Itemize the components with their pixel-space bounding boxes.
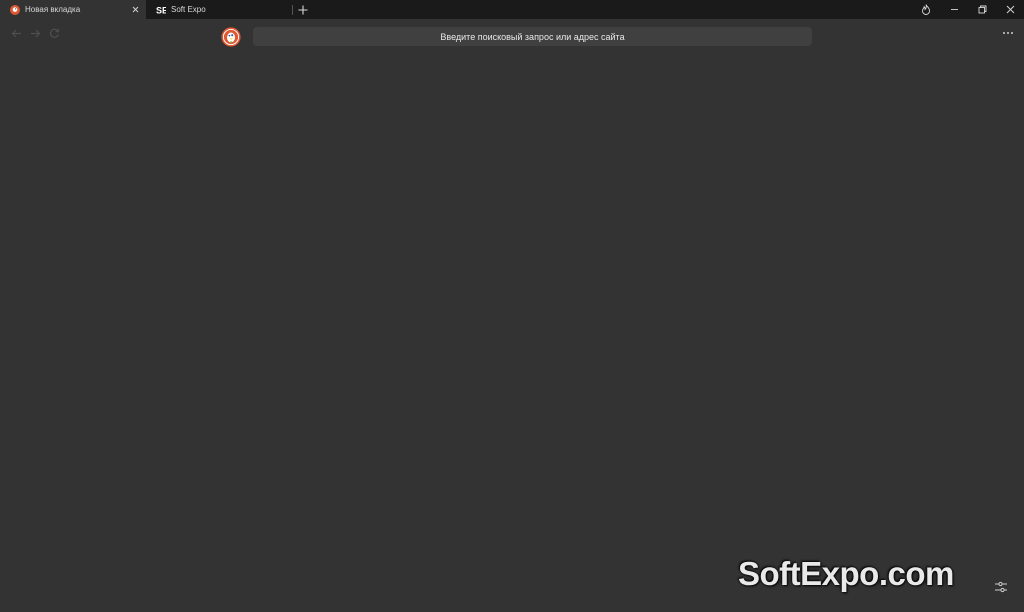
softexpo-icon: SE [156,5,166,15]
svg-text:SE: SE [156,5,166,15]
tab-title: Soft Expo [171,5,206,14]
settings-icon[interactable] [994,580,1008,594]
new-tab-button[interactable] [294,0,312,19]
duckduckgo-icon [10,4,20,15]
more-icon [1003,32,1013,34]
close-tab-icon[interactable] [130,5,140,15]
tab-soft-expo[interactable]: SE Soft Expo [146,0,292,19]
minimize-button[interactable] [940,0,968,19]
tab-separator [292,4,293,15]
navigation-buttons [10,27,61,40]
close-window-button[interactable] [996,0,1024,19]
fire-icon [922,4,930,15]
menu-button[interactable] [999,27,1017,39]
search-input[interactable]: Введите поисковый запрос или адрес сайта [253,27,812,46]
forward-icon [31,29,41,38]
restore-button[interactable] [968,0,996,19]
reload-icon [50,28,59,38]
plus-icon [298,5,308,14]
search-placeholder: Введите поисковый запрос или адрес сайта [440,31,625,42]
fire-button[interactable] [912,0,940,19]
close-icon [1006,5,1014,14]
tab-title: Новая вкладка [25,5,81,14]
back-button[interactable] [10,27,23,40]
tab-new-tab[interactable]: Новая вкладка [0,0,146,19]
browser-window: Новая вкладка SE Soft Expo Введите поиск… [0,0,1024,612]
back-icon [11,29,21,38]
forward-button[interactable] [29,27,42,40]
reload-button[interactable] [48,27,61,40]
watermark: SoftExpo.com [738,555,954,592]
restore-icon [978,5,986,14]
minimize-icon [950,9,958,10]
tab-strip: Новая вкладка SE Soft Expo [0,0,1024,19]
duckduckgo-logo-icon[interactable] [221,27,241,47]
